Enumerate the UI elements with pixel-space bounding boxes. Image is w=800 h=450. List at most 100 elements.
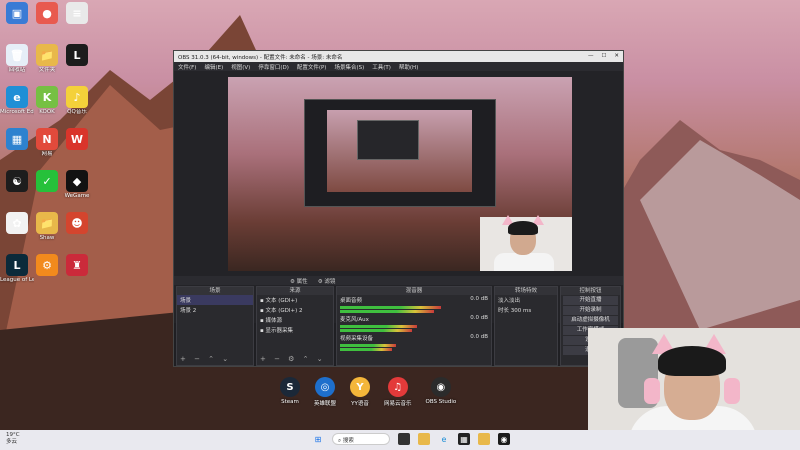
scenes-dock: 场景 场景 场景 2 + − ⌃ ⌄ bbox=[176, 286, 254, 366]
desktop-icon[interactable]: ⚙ bbox=[30, 254, 64, 277]
menu-item[interactable]: 帮助(H) bbox=[399, 63, 418, 71]
scenes-controls[interactable]: + − ⌃ ⌄ bbox=[180, 355, 231, 363]
desktop-icon[interactable]: eMicrosoft Edge bbox=[0, 86, 34, 116]
desktop-icon[interactable]: L bbox=[60, 44, 94, 67]
app-icon: ♪ bbox=[66, 86, 88, 108]
obs-menubar: 文件(F) 编辑(E) 视图(V) 停靠窗口(D) 配置文件(P) 场景集合(S) 工具(T… bbox=[174, 62, 623, 71]
app-icon: K bbox=[36, 86, 58, 108]
desktop-icon[interactable]: ♪ QQ音乐 bbox=[60, 86, 94, 116]
app-icon: ◆ bbox=[66, 170, 88, 192]
menu-item[interactable]: 文件(F) bbox=[178, 63, 196, 71]
desktop-icon[interactable]: W bbox=[60, 128, 94, 151]
desktop-icon-label: 回收站 bbox=[8, 67, 26, 73]
store-icon[interactable]: ▦ bbox=[458, 433, 470, 445]
desktop-app-row: S Steam ◎ 英雄联盟 Y YY语音 ♫ 网易云音乐 ◉ OBS Studio bbox=[280, 377, 456, 407]
pinned-app[interactable]: S Steam bbox=[280, 377, 300, 407]
control-button[interactable]: 启动虚拟摄像机 bbox=[563, 316, 618, 325]
nested-obs-window bbox=[357, 120, 419, 160]
desktop-icon[interactable]: ≡ bbox=[60, 2, 94, 25]
weather-widget[interactable]: 19°C 多云 bbox=[6, 432, 20, 446]
sources-dock: 来源 ▪ 文本 (GDI+) ▪ 文本 (GDI+) 2 ▪ 媒体源 ▪ 显示器采集 … bbox=[256, 286, 334, 366]
desktop-icon[interactable]: 📁 Shaw bbox=[30, 212, 64, 242]
folder-icon[interactable] bbox=[478, 433, 490, 445]
app-icon: ☯ bbox=[6, 170, 28, 192]
menu-item[interactable]: 编辑(E) bbox=[204, 63, 223, 71]
transitions-header: 转场特效 bbox=[495, 287, 557, 295]
source-item[interactable]: ▪ 文本 (GDI+) bbox=[257, 295, 333, 305]
transition-select[interactable]: 淡入淡出 bbox=[495, 295, 557, 305]
menu-item[interactable]: 停靠窗口(D) bbox=[258, 63, 289, 71]
desktop-icon[interactable]: N 网易 bbox=[30, 128, 64, 158]
volume-meter bbox=[340, 310, 434, 313]
menu-item[interactable]: 配置文件(P) bbox=[297, 63, 327, 71]
scenes-header: 场景 bbox=[177, 287, 253, 295]
desktop-icon[interactable]: 🗑 回收站 bbox=[0, 44, 34, 74]
desktop-icon-label: WeGame bbox=[64, 193, 90, 199]
desktop-icon-label: KOOK bbox=[39, 109, 55, 115]
source-item[interactable]: ▪ 显示器采集 bbox=[257, 325, 333, 335]
obs-titlebar[interactable]: OBS 31.0.3 (64-bit, windows) - 配置文件: 未命名… bbox=[174, 51, 623, 62]
scene-item[interactable]: 场景 2 bbox=[177, 305, 253, 315]
desktop-icon[interactable]: 📁 文件夹 bbox=[30, 44, 64, 74]
obs-taskbar-icon[interactable]: ◉ bbox=[498, 433, 510, 445]
obs-window[interactable]: OBS 31.0.3 (64-bit, windows) - 配置文件: 未命名… bbox=[173, 50, 624, 367]
desktop-icon[interactable]: ☯ bbox=[0, 170, 34, 193]
menu-item[interactable]: 视图(V) bbox=[231, 63, 250, 71]
pinned-app[interactable]: ◎ 英雄联盟 bbox=[314, 377, 336, 407]
control-button[interactable]: 开始录制 bbox=[563, 306, 618, 315]
app-icon: L bbox=[66, 44, 88, 66]
app-icon: L bbox=[6, 254, 28, 276]
close-icon[interactable]: ✕ bbox=[614, 53, 619, 60]
pinned-app[interactable]: ◉ OBS Studio bbox=[426, 377, 456, 407]
mixer-dock: 混音器 桌面音频 0.0 dB 麦克风/Aux 0.0 dB 视频采集设备 0.0 dB bbox=[336, 286, 492, 366]
desktop-icon[interactable]: ✿ bbox=[0, 212, 34, 235]
sources-header: 来源 bbox=[257, 287, 333, 295]
scene-item[interactable]: 场景 bbox=[177, 295, 253, 305]
desktop-icon[interactable]: ☻ bbox=[60, 212, 94, 235]
desktop-icon[interactable]: LLeague of Legends bbox=[0, 254, 34, 284]
menu-item[interactable]: 工具(T) bbox=[372, 63, 391, 71]
sources-controls[interactable]: + − ⚙ ⌃ ⌄ bbox=[260, 355, 326, 363]
app-icon: ☻ bbox=[66, 212, 88, 234]
desktop-icon[interactable]: ✓ bbox=[30, 170, 64, 193]
taskbar-search[interactable]: ⌕ 搜索 bbox=[332, 433, 390, 445]
minimize-icon[interactable]: — bbox=[588, 53, 594, 60]
desktop-icon[interactable]: ● bbox=[30, 2, 64, 25]
edge-icon[interactable]: e bbox=[438, 433, 450, 445]
pinned-app-label: YY语音 bbox=[351, 401, 369, 407]
file-explorer-icon[interactable] bbox=[418, 433, 430, 445]
channel-db: 0.0 dB bbox=[470, 315, 488, 321]
pinned-app[interactable]: ♫ 网易云音乐 bbox=[384, 377, 412, 407]
source-item[interactable]: ▪ 文本 (GDI+) 2 bbox=[257, 305, 333, 315]
mixer-channel: 桌面音频 0.0 dB bbox=[337, 295, 491, 313]
desktop-icon-label: Microsoft Edge bbox=[0, 109, 34, 115]
maximize-icon[interactable]: ☐ bbox=[601, 53, 606, 60]
app-icon: Y bbox=[350, 377, 371, 397]
channel-name: 麦克风/Aux bbox=[340, 317, 369, 323]
preview-canvas bbox=[228, 77, 572, 271]
duration-field[interactable]: 300 ms bbox=[511, 308, 531, 314]
pinned-app-label: Steam bbox=[281, 399, 299, 405]
menu-item[interactable]: 场景集合(S) bbox=[334, 63, 364, 71]
mixer-channel: 视频采集设备 0.0 dB bbox=[337, 333, 491, 351]
windows-taskbar: 19°C 多云 ⊞ ⌕ 搜索 e ▦ ◉ bbox=[0, 430, 800, 450]
channel-name: 视频采集设备 bbox=[340, 336, 374, 342]
source-item[interactable]: ▪ 媒体源 bbox=[257, 315, 333, 325]
desktop-icon[interactable]: ▦ bbox=[0, 128, 34, 151]
pinned-app[interactable]: Y YY语音 bbox=[350, 377, 371, 407]
volume-meter bbox=[340, 344, 396, 347]
desktop-icon-label: League of Legends bbox=[0, 277, 34, 283]
app-icon: ● bbox=[36, 2, 58, 24]
app-icon: ♫ bbox=[387, 377, 408, 397]
desktop-icon[interactable]: ♜ bbox=[60, 254, 94, 277]
source-toolbar-button[interactable]: ⚙ 滤镜 bbox=[318, 277, 336, 285]
control-button[interactable]: 开始直播 bbox=[563, 296, 618, 305]
desktop-icon[interactable]: ◆ WeGame bbox=[60, 170, 94, 200]
nested-obs-capture bbox=[304, 99, 496, 207]
desktop-icon[interactable]: K KOOK bbox=[30, 86, 64, 116]
source-toolbar-button[interactable]: ⚙ 属性 bbox=[290, 277, 308, 285]
windows-start-icon[interactable]: ⊞ bbox=[312, 433, 324, 445]
app-icon: ◎ bbox=[315, 377, 335, 397]
task-view-icon[interactable] bbox=[398, 433, 410, 445]
desktop-icon[interactable]: ▣ bbox=[0, 2, 34, 25]
